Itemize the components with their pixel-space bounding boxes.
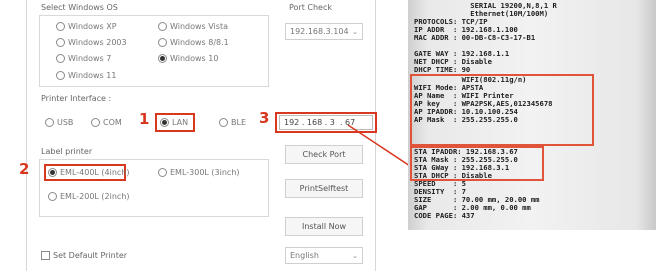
- receipt-line: CODE PAGE: 437: [414, 211, 475, 220]
- radio-icon: [56, 22, 65, 31]
- printer-option-eml-200l[interactable]: EML-200L (2inch): [48, 192, 130, 201]
- sta-info-highlight: [410, 146, 544, 181]
- radio-icon: [56, 38, 65, 47]
- step-1-marker: 1: [139, 110, 150, 128]
- print-selftest-button[interactable]: PrintSelftest: [285, 179, 363, 198]
- checkbox-icon: [41, 251, 50, 260]
- os-option-windows-vista[interactable]: Windows Vista: [158, 22, 228, 31]
- radio-icon: [91, 118, 100, 127]
- screenshot: Select Windows OS Windows XP Windows Vis…: [0, 0, 656, 271]
- radio-selected-icon: [158, 54, 167, 63]
- set-default-printer-checkbox[interactable]: Set Default Printer: [41, 251, 127, 260]
- radio-icon: [158, 168, 167, 177]
- install-now-button[interactable]: Install Now: [285, 217, 363, 236]
- receipt-line: DHCP TIME: 90: [414, 65, 471, 74]
- os-option-windows-xp[interactable]: Windows XP: [56, 22, 117, 31]
- os-group: Windows XP Windows Vista Windows 2003 Wi…: [39, 15, 269, 87]
- os-option-windows-8[interactable]: Windows 8/8.1: [158, 38, 229, 47]
- label-printer-label: Label printer: [41, 147, 93, 156]
- step-2-marker: 2: [19, 160, 30, 178]
- installer-window: Select Windows OS Windows XP Windows Vis…: [19, 0, 377, 271]
- os-option-windows-7[interactable]: Windows 7: [56, 54, 111, 63]
- radio-icon: [56, 54, 65, 63]
- printer-option-eml-400l[interactable]: EML-400L (4inch): [48, 168, 130, 177]
- self-test-receipt-photo: SERIAL 19200,N,8,1 R Ethernet(10M/100M) …: [408, 0, 656, 230]
- os-option-windows-10[interactable]: Windows 10: [158, 54, 218, 63]
- radio-icon: [219, 118, 228, 127]
- radio-icon: [158, 38, 167, 47]
- os-option-windows-11[interactable]: Windows 11: [56, 71, 116, 80]
- wifi-info-highlight: [410, 74, 594, 146]
- interface-option-usb[interactable]: USB: [45, 118, 73, 127]
- receipt-line: MAC ADDR : 00-DB-C8-C3-17-B1: [414, 33, 536, 42]
- port-check-value: 192.168.3.104: [290, 27, 349, 36]
- language-value: English: [290, 251, 319, 260]
- chevron-down-icon: ⌄: [352, 27, 358, 36]
- os-option-windows-2003[interactable]: Windows 2003: [56, 38, 127, 47]
- interface-option-com[interactable]: COM: [91, 118, 122, 127]
- port-check-label: Port Check: [289, 3, 333, 12]
- radio-icon: [56, 71, 65, 80]
- printer-option-eml-300l[interactable]: EML-300L (3inch): [158, 168, 240, 177]
- language-select[interactable]: English ⌄: [285, 247, 363, 264]
- radio-icon: [45, 118, 54, 127]
- step-3-marker: 3: [259, 109, 270, 127]
- interface-option-ble[interactable]: BLE: [219, 118, 246, 127]
- radio-icon: [158, 22, 167, 31]
- port-check-select[interactable]: 192.168.3.104 ⌄: [285, 23, 363, 40]
- radio-selected-icon: [48, 168, 57, 177]
- radio-selected-icon: [160, 118, 169, 127]
- set-default-printer-label: Set Default Printer: [53, 251, 128, 260]
- chevron-down-icon: ⌄: [352, 251, 358, 260]
- os-section-label: Select Windows OS: [41, 3, 118, 12]
- label-printer-group: EML-400L (4inch) EML-300L (3inch) EML-20…: [39, 159, 269, 217]
- interface-option-lan[interactable]: LAN: [160, 118, 188, 127]
- printer-interface-label: Printer Interface :: [41, 94, 112, 103]
- radio-icon: [48, 192, 57, 201]
